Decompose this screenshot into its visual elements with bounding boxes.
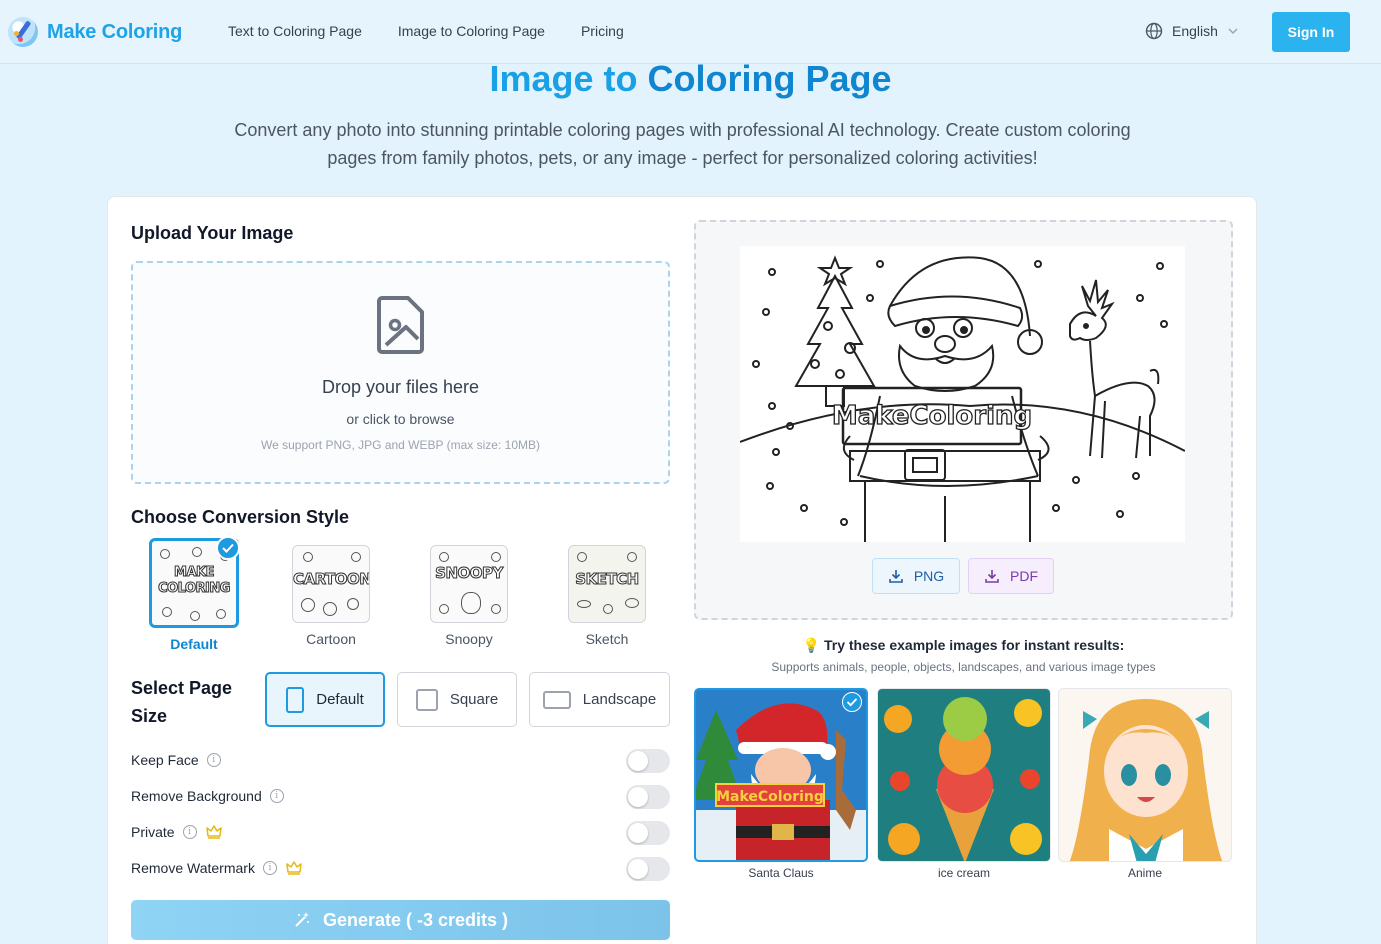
info-icon[interactable]: i [182, 825, 197, 839]
palette-logo-icon [8, 17, 38, 47]
top-navbar: Make Coloring Text to Coloring Page Imag… [0, 0, 1381, 64]
style-section-title: Choose Conversion Style [131, 507, 350, 527]
download-png-button[interactable]: PNG [872, 558, 960, 594]
toggle-row-private: Private i [131, 820, 670, 845]
generate-button[interactable]: Generate ( -3 credits ) [131, 900, 670, 940]
toggle-label: Private [131, 824, 175, 840]
example-label: Santa Claus [748, 866, 814, 880]
example-ice-cream[interactable]: ice cream [877, 688, 1051, 880]
remove-background-toggle[interactable] [626, 785, 670, 809]
keep-face-toggle[interactable] [626, 749, 670, 773]
nav-text-to-coloring[interactable]: Text to Coloring Page [228, 23, 362, 39]
portrait-shape-icon [286, 686, 305, 713]
example-santa-claus[interactable]: MakeColoring Santa Claus [694, 688, 868, 880]
nav-pricing[interactable]: Pricing [581, 23, 624, 39]
style-thumb-sketch: SKETCH [568, 545, 646, 623]
main-nav: Text to Coloring Page Image to Coloring … [228, 23, 624, 39]
landscape-shape-icon [542, 690, 571, 709]
square-shape-icon [415, 688, 438, 711]
thumb-word: MAKE COLORING [158, 565, 231, 597]
page-title: Image to Coloring Page [0, 58, 1381, 100]
examples-title-text: Try these example images for instant res… [823, 637, 1125, 653]
thumb-word: CARTOON [293, 570, 370, 589]
toggle-label: Keep Face [131, 752, 199, 768]
globe-icon [1145, 22, 1163, 40]
style-label-snoopy: Snoopy [445, 631, 493, 647]
lightbulb-icon: 💡 [802, 637, 821, 653]
info-icon[interactable]: i [269, 789, 284, 803]
example-label: ice cream [937, 866, 990, 880]
drop-files-text: Drop your files here [321, 377, 480, 397]
nav-image-to-coloring[interactable]: Image to Coloring Page [398, 23, 545, 39]
example-sign-text: MakeColoring [716, 789, 824, 805]
style-option-sketch[interactable]: SKETCH Sketch [568, 545, 646, 647]
supported-formats-text: We support PNG, JPG and WEBP (max size: … [261, 438, 540, 452]
download-pdf-label: PDF [1010, 568, 1038, 584]
examples-subtitle: Supports animals, people, objects, lands… [771, 660, 1156, 674]
thumb-word: SKETCH [575, 570, 640, 589]
page-title-part1: Image to [489, 58, 638, 99]
toggle-row-keep-face: Keep Face i [131, 748, 670, 773]
remove-watermark-toggle[interactable] [626, 857, 670, 881]
page-size-square-button[interactable]: Square [397, 672, 517, 727]
click-browse-text: or click to browse [346, 411, 455, 427]
page-size-default-button[interactable]: Default [265, 672, 385, 727]
example-santa-image: MakeColoring [694, 688, 868, 862]
style-option-snoopy[interactable]: SNOOPY Snoopy [430, 545, 508, 647]
selected-check-icon [216, 536, 240, 560]
toggle-label: Remove Watermark [131, 860, 255, 876]
example-anime[interactable]: Anime [1058, 688, 1232, 880]
image-upload-icon [377, 296, 424, 354]
thumb-word: SNOOPY [435, 564, 504, 583]
brand-logo[interactable]: Make Coloring [8, 17, 182, 47]
generate-label: Generate ( -3 credits ) [322, 909, 509, 930]
language-selector[interactable]: English [1145, 22, 1239, 40]
selected-check-icon [842, 692, 862, 712]
info-icon[interactable]: i [206, 753, 221, 767]
style-label-default: Default [170, 636, 218, 652]
brand-name: Make Coloring [47, 20, 183, 43]
page-title-part2: Coloring Page [647, 58, 892, 99]
page-size-section-title: Select Page Size [131, 678, 233, 726]
coloring-page-preview: MakeColoring [740, 246, 1185, 542]
page-size-landscape-label: Landscape [582, 691, 657, 708]
page-size-default-label: Default [316, 691, 364, 708]
language-label: English [1172, 23, 1218, 39]
download-icon [889, 570, 903, 583]
style-label-sketch: Sketch [585, 631, 629, 647]
style-label-cartoon: Cartoon [306, 631, 356, 647]
preview-sign-text: MakeColoring [832, 401, 1032, 431]
page-size-square-label: Square [449, 691, 499, 708]
crown-icon [286, 861, 302, 875]
style-thumb-cartoon: CARTOON [292, 545, 370, 623]
style-thumb-snoopy: SNOOPY [430, 545, 508, 623]
download-pdf-button[interactable]: PDF [968, 558, 1054, 594]
upload-section-title: Upload Your Image [131, 223, 294, 243]
examples-title: 💡 Try these example images for instant r… [694, 637, 1233, 654]
chevron-down-icon [1228, 28, 1238, 34]
toggle-row-remove-watermark: Remove Watermark i [131, 856, 670, 881]
toggle-label: Remove Background [131, 788, 262, 804]
page-subtitle: Convert any photo into stunning printabl… [234, 120, 1131, 168]
page-size-landscape-button[interactable]: Landscape [529, 672, 670, 727]
example-ice-cream-image [877, 688, 1051, 862]
crown-icon [205, 825, 222, 839]
santa-coloring-illustration: MakeColoring [740, 255, 1185, 542]
download-png-label: PNG [913, 568, 945, 584]
info-icon[interactable]: i [262, 861, 277, 875]
sign-in-button[interactable]: Sign In [1272, 12, 1350, 52]
toggle-row-remove-background: Remove Background i [131, 784, 670, 809]
magic-wand-icon [295, 912, 309, 927]
example-label: Anime [1127, 866, 1162, 880]
upload-dropzone[interactable]: Drop your files here or click to browse … [131, 261, 670, 484]
style-option-cartoon[interactable]: CARTOON Cartoon [292, 545, 370, 647]
private-toggle[interactable] [626, 821, 670, 845]
download-icon [985, 570, 999, 583]
example-anime-image [1058, 688, 1232, 862]
